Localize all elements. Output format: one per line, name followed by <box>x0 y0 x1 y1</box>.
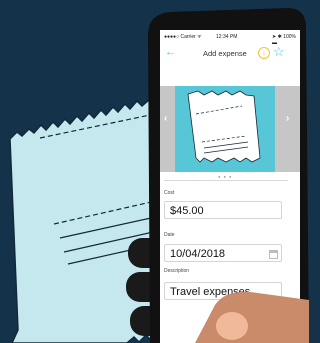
hand-illustration <box>195 291 309 343</box>
thumbnail <box>216 312 248 340</box>
thumb <box>195 291 309 343</box>
illustration-scene: ●●●●○ Carrier ᯤ 12:34 PM ➤ ✱ 100% ▬ ← Ad… <box>0 0 309 343</box>
